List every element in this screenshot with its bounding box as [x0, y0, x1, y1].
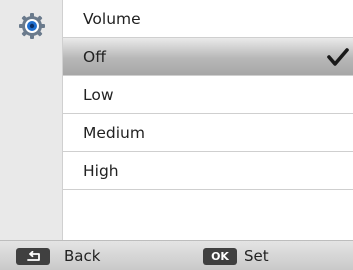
option-high[interactable]: High	[63, 152, 353, 190]
option-label: High	[83, 161, 119, 180]
set-label: Set	[244, 247, 269, 265]
empty-row	[63, 190, 353, 230]
menu-header: Volume	[63, 0, 353, 38]
option-medium[interactable]: Medium	[63, 114, 353, 152]
option-label: Low	[83, 85, 114, 104]
return-arrow-icon	[27, 250, 40, 261]
option-off[interactable]: Off	[63, 38, 353, 76]
option-label: Medium	[83, 123, 145, 142]
back-label: Back	[64, 247, 101, 265]
checkmark-icon	[327, 48, 349, 66]
button-guide-bar: Back OK Set	[0, 240, 353, 270]
ok-key[interactable]: OK	[203, 248, 237, 265]
back-key[interactable]	[16, 248, 50, 265]
ok-key-text: OK	[211, 250, 229, 263]
camera-menu-screen: Volume Off Low Medium High Back OK Set	[0, 0, 353, 270]
menu-title: Volume	[83, 9, 141, 28]
volume-menu-list: Volume Off Low Medium High	[63, 0, 353, 240]
option-label: Off	[83, 47, 106, 66]
option-low[interactable]: Low	[63, 76, 353, 114]
settings-icon[interactable]	[18, 12, 46, 40]
category-icon-column	[0, 0, 63, 240]
